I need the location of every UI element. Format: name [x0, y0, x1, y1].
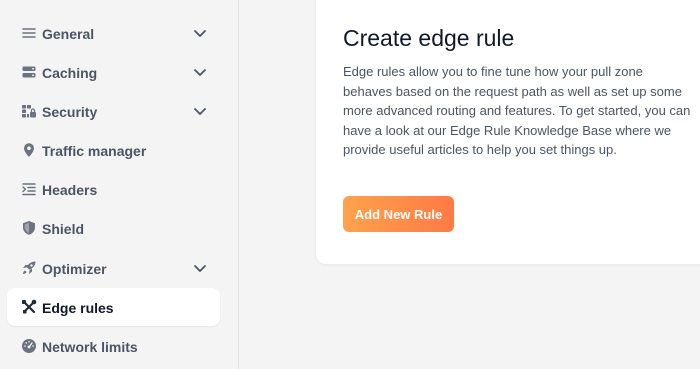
shield-icon	[21, 220, 37, 236]
sidebar-item-optimizer[interactable]: Optimizer	[7, 249, 220, 287]
sidebar-item-edge-rules[interactable]: Edge rules	[7, 288, 220, 326]
server-icon	[21, 64, 37, 80]
sidebar-item-general[interactable]: General	[7, 14, 220, 52]
sidebar-item-label: Edge rules	[42, 300, 114, 316]
sidebar-item-label: Caching	[42, 65, 98, 81]
add-new-rule-button[interactable]: Add New Rule	[343, 196, 454, 232]
gauge-icon	[21, 338, 37, 354]
sidebar-item-label: Security	[42, 104, 98, 120]
sidebar-item-label: Headers	[42, 182, 98, 198]
page-title: Create edge rule	[343, 25, 515, 51]
chevron-down-icon[interactable]	[192, 260, 208, 276]
chevron-down-icon[interactable]	[192, 64, 208, 80]
card-description: Edge rules allow you to fine tune how yo…	[343, 64, 691, 158]
sidebar-item-shield[interactable]: Shield	[7, 209, 220, 247]
tools-icon	[21, 299, 37, 315]
lock-grid-icon	[21, 103, 37, 119]
sidebar-item-headers[interactable]: Headers	[7, 170, 220, 208]
map-pin-icon	[21, 142, 37, 158]
chevron-down-icon[interactable]	[192, 25, 208, 41]
sidebar-item-label: Network limits	[42, 339, 138, 355]
sidebar-item-traffic-manager[interactable]: Traffic manager	[7, 131, 220, 169]
menu-lines-icon	[21, 25, 37, 41]
sidebar-item-security[interactable]: Security	[7, 92, 220, 130]
sidebar-item-network-limits[interactable]: Network limits	[7, 327, 220, 365]
sidebar-item-label: Optimizer	[42, 261, 107, 277]
sidebar-item-label: Traffic manager	[42, 143, 147, 159]
indent-list-icon	[21, 181, 37, 197]
rocket-icon	[21, 260, 37, 276]
sidebar-item-label: General	[42, 26, 95, 42]
sidebar-item-label: Shield	[42, 221, 85, 237]
sidebar-item-caching[interactable]: Caching	[7, 53, 220, 91]
chevron-down-icon[interactable]	[192, 103, 208, 119]
sidebar: General Caching Security Traffic manager	[0, 0, 239, 369]
